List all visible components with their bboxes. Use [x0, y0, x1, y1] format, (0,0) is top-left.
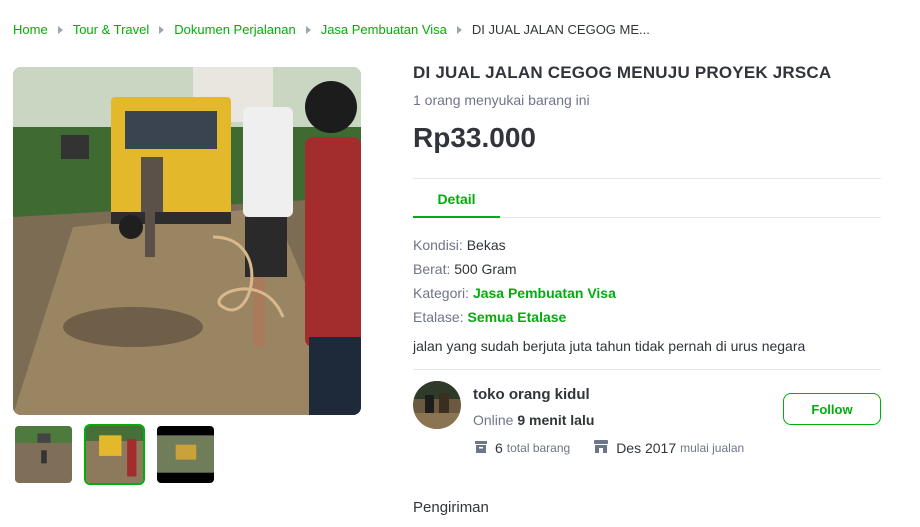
spec-kategori-link[interactable]: Jasa Pembuatan Visa [473, 285, 616, 301]
product-specs: Kondisi: Bekas Berat: 500 Gram Kategori:… [413, 233, 881, 329]
breadcrumb-home[interactable]: Home [13, 22, 48, 37]
shop-name[interactable]: toko orang kidul [473, 386, 590, 403]
product-likes: 1 orang menyukai barang ini [413, 92, 590, 108]
shop-online-time: 9 menit lalu [517, 412, 595, 428]
shop-product-count: 6 total barang [475, 440, 570, 456]
spec-etalase-link[interactable]: Semua Etalase [467, 309, 566, 325]
shop-stats: 6 total barang Des 2017 mulai jualan [475, 440, 768, 456]
shop-since-value: Des 2017 [616, 440, 677, 456]
breadcrumb-dokumen[interactable]: Dokumen Perjalanan [174, 22, 295, 37]
shop-since: Des 2017 mulai jualan [594, 440, 744, 456]
chevron-right-icon [305, 25, 311, 34]
store-icon [594, 440, 609, 456]
spec-kategori: Kategori: Jasa Pembuatan Visa [413, 281, 881, 305]
shop-since-label: mulai jualan [680, 441, 745, 455]
product-description: jalan yang sudah berjuta juta tahun tida… [413, 338, 806, 354]
follow-button[interactable]: Follow [783, 393, 881, 425]
spec-berat-label: Berat: [413, 261, 451, 277]
breadcrumb-current: DI JUAL JALAN CEGOG ME... [471, 22, 650, 37]
breadcrumb-tour-travel[interactable]: Tour & Travel [73, 22, 150, 37]
shop-product-count-value: 6 [495, 440, 503, 456]
box-icon [475, 440, 487, 456]
thumbnail-2[interactable] [84, 424, 145, 485]
thumbnail-strip [13, 424, 216, 485]
shop-avatar[interactable] [413, 381, 461, 429]
shop-online-prefix: Online [473, 412, 514, 428]
shipping-heading: Pengiriman [413, 499, 489, 516]
spec-kategori-label: Kategori: [413, 285, 470, 301]
chevron-right-icon [456, 25, 462, 34]
spec-kondisi-label: Kondisi: [413, 237, 463, 253]
product-price: Rp33.000 [413, 122, 536, 153]
spec-etalase: Etalase: Semua Etalase [413, 305, 881, 329]
spec-berat-value: 500 Gram [454, 261, 517, 277]
shop-online-status: Online 9 menit lalu [473, 412, 594, 428]
spec-berat: Berat: 500 Gram [413, 257, 881, 281]
chevron-right-icon [159, 25, 165, 34]
spec-kondisi-value: Bekas [466, 237, 506, 253]
product-tabs: Detail [413, 178, 881, 218]
breadcrumb: Home Tour & Travel Dokumen Perjalanan Ja… [13, 22, 650, 37]
spec-etalase-label: Etalase: [413, 309, 464, 325]
shop-product-count-label: total barang [506, 441, 571, 455]
thumbnail-1[interactable] [13, 424, 74, 485]
shop-card: toko orang kidul Online 9 menit lalu Fol… [413, 370, 881, 470]
product-info: DI JUAL JALAN CEGOG MENUJU PROYEK JRSCA … [413, 62, 881, 470]
thumbnail-3[interactable] [155, 424, 216, 485]
breadcrumb-jasa-visa[interactable]: Jasa Pembuatan Visa [321, 22, 447, 37]
spec-kondisi: Kondisi: Bekas [413, 233, 881, 257]
product-main-image[interactable] [13, 67, 361, 415]
chevron-right-icon [57, 25, 63, 34]
tab-detail[interactable]: Detail [413, 179, 500, 218]
product-title: DI JUAL JALAN CEGOG MENUJU PROYEK JRSCA [413, 63, 832, 82]
